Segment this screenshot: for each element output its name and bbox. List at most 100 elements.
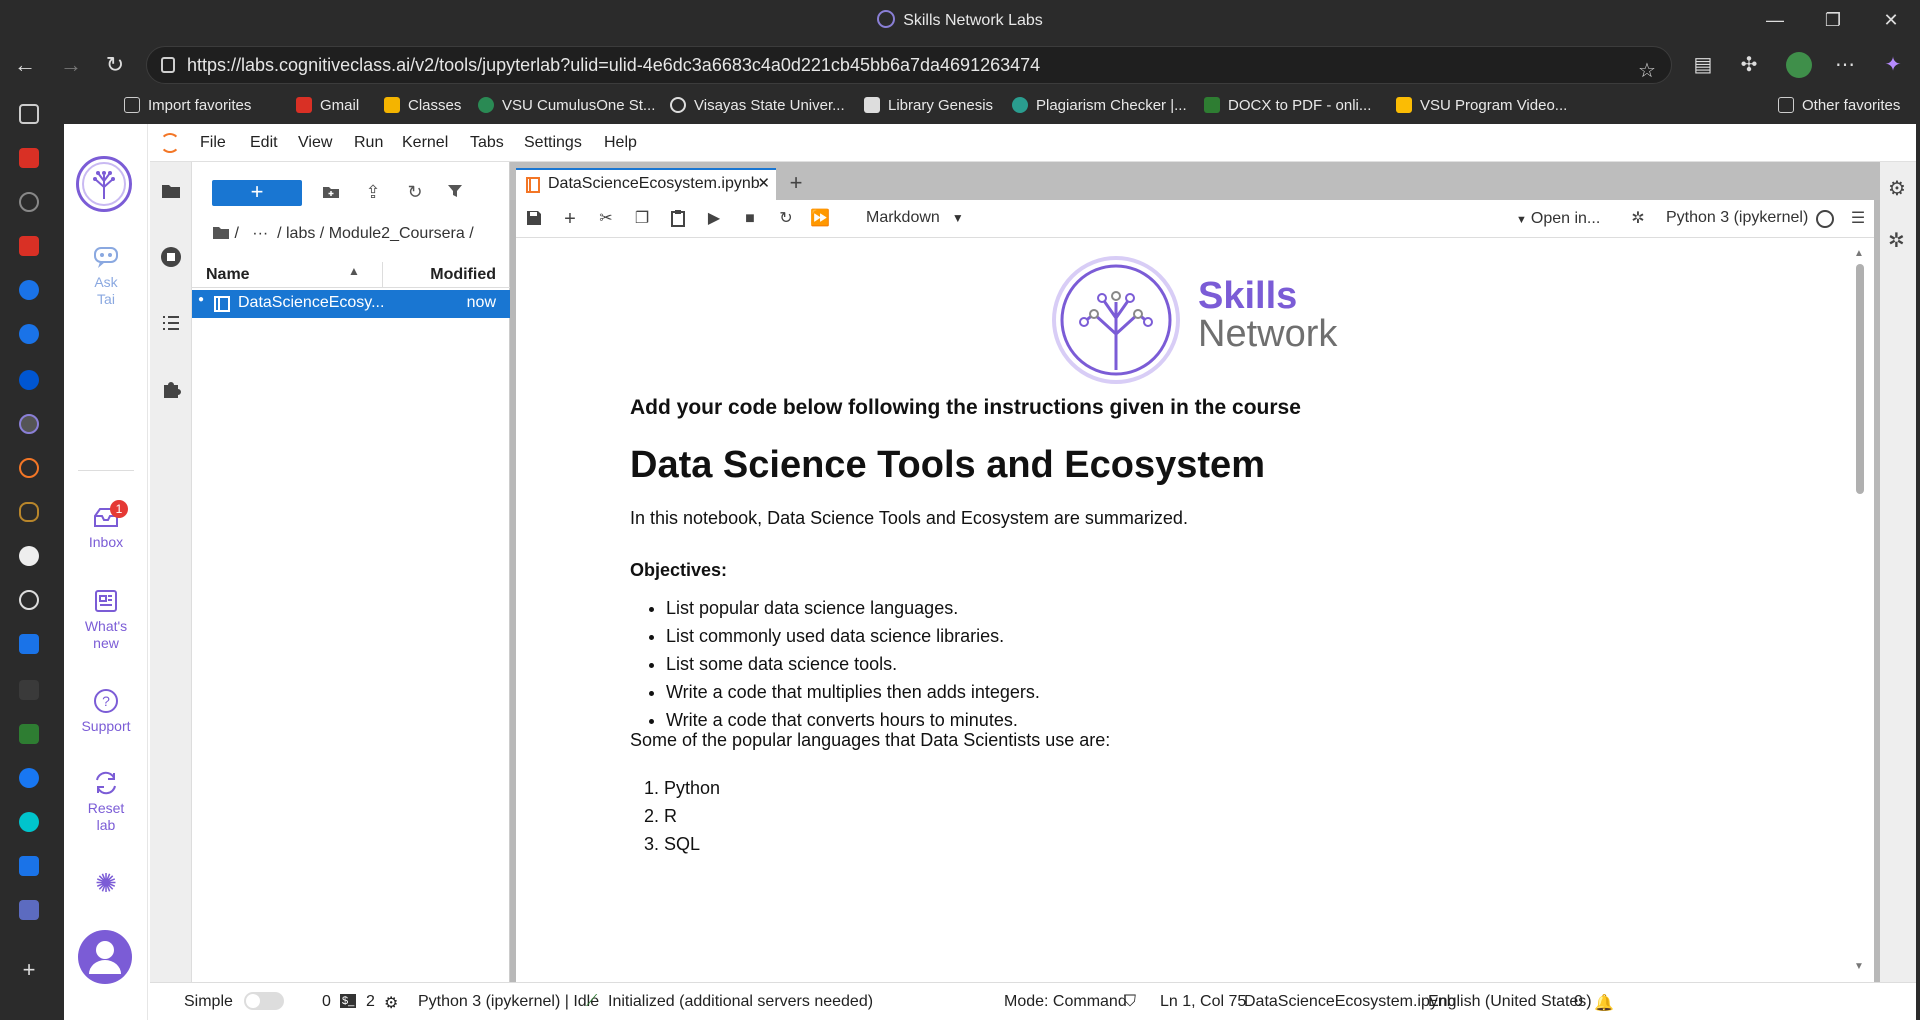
notebook-tab[interactable]: DataScienceEcosystem.ipynb ✕: [516, 168, 776, 200]
table-of-contents-icon[interactable]: [160, 312, 182, 334]
canva-tab-icon[interactable]: [19, 812, 39, 832]
close-window-button[interactable]: ✕: [1876, 6, 1906, 34]
facebook-tab-icon[interactable]: [19, 768, 39, 788]
menu-kernel[interactable]: Kernel: [402, 134, 448, 152]
print-tab-icon-2[interactable]: [19, 900, 39, 920]
run-all-icon[interactable]: ⏩: [810, 209, 830, 229]
menu-edit[interactable]: Edit: [250, 134, 278, 152]
menu-icon[interactable]: ☰: [1848, 209, 1868, 229]
globe-tab-icon[interactable]: [19, 192, 39, 212]
favorite-gmail[interactable]: Gmail: [296, 97, 359, 114]
filter-icon[interactable]: [444, 182, 466, 204]
more-options-icon[interactable]: ⋯: [1832, 52, 1858, 78]
breadcrumb[interactable]: / ··· / labs / Module2_Coursera /: [212, 224, 474, 243]
menu-file[interactable]: File: [200, 134, 226, 152]
menu-view[interactable]: View: [298, 134, 332, 152]
upload-icon[interactable]: ⇪: [362, 182, 384, 204]
restart-kernel-icon[interactable]: ↻: [776, 209, 796, 229]
extensions-puzzle-icon[interactable]: [160, 378, 182, 400]
sheet-tab-icon[interactable]: [19, 724, 39, 744]
new-launcher-button[interactable]: +: [212, 180, 302, 206]
add-tab-button[interactable]: +: [782, 170, 810, 198]
folder-icon[interactable]: [160, 180, 182, 202]
cursor-position[interactable]: Ln 1, Col 75: [1160, 993, 1246, 1011]
favorite-plagiarism[interactable]: Plagiarism Checker |...: [1012, 97, 1187, 114]
open-in-dropdown[interactable]: ▼ Open in...: [1516, 210, 1600, 228]
scroll-up-icon[interactable]: ▲: [1854, 248, 1864, 259]
tab-actions-icon[interactable]: [19, 104, 39, 124]
extensions-icon[interactable]: ✣: [1736, 52, 1762, 78]
vertical-scrollbar[interactable]: ▲ ▼: [1854, 248, 1866, 972]
jupyter-tab-icon[interactable]: [19, 458, 39, 478]
back-button[interactable]: ←: [10, 50, 40, 80]
print-tab-icon[interactable]: [19, 856, 39, 876]
forward-button[interactable]: →: [56, 50, 86, 80]
scroll-down-icon[interactable]: ▼: [1854, 961, 1864, 972]
file-row[interactable]: ● DataScienceEcosy... now: [192, 290, 510, 318]
menu-run[interactable]: Run: [354, 134, 383, 152]
favorite-docx-pdf[interactable]: DOCX to PDF - onli...: [1204, 97, 1371, 114]
infinity-tab-icon[interactable]: [19, 502, 39, 522]
support-button[interactable]: ? Support: [64, 688, 148, 735]
profile-avatar[interactable]: [1786, 52, 1812, 78]
debugger-panel-icon[interactable]: ✲: [1888, 228, 1905, 253]
coursera-tab-icon[interactable]: [19, 280, 39, 300]
scrollbar-thumb[interactable]: [1856, 264, 1864, 494]
copilot-icon[interactable]: ✦: [1880, 52, 1906, 78]
kernel-status-text[interactable]: Python 3 (ipykernel) | Idle: [418, 993, 599, 1011]
other-favorites[interactable]: Other favorites: [1778, 97, 1900, 114]
favorite-library-genesis[interactable]: Library Genesis: [864, 97, 993, 114]
run-cell-icon[interactable]: ▶: [704, 209, 724, 229]
coursera-tab-icon-3[interactable]: [19, 370, 39, 390]
menu-help[interactable]: Help: [604, 134, 637, 152]
debugger-icon[interactable]: ✲: [1628, 209, 1648, 229]
paste-icon[interactable]: [668, 209, 688, 229]
cut-icon[interactable]: ✂: [596, 209, 616, 229]
github-tab-icon[interactable]: [19, 546, 39, 566]
minimize-button[interactable]: —: [1760, 6, 1790, 34]
language-selector[interactable]: English (United States): [1428, 993, 1592, 1011]
user-avatar[interactable]: [78, 930, 132, 984]
lsp-status-text[interactable]: Initialized (additional servers needed): [608, 993, 873, 1011]
column-modified[interactable]: Modified: [430, 266, 496, 284]
menu-settings[interactable]: Settings: [524, 134, 582, 152]
inbox-button[interactable]: Inbox 1: [64, 500, 148, 551]
ask-tai-button[interactable]: Ask Tai: [64, 244, 148, 308]
chatgpt-tab-icon[interactable]: [19, 590, 39, 610]
insert-cell-icon[interactable]: +: [560, 209, 580, 229]
kernel-gear-icon[interactable]: ⚙: [384, 993, 398, 1013]
reading-view-icon[interactable]: ▤: [1690, 52, 1716, 78]
lsp-icon[interactable]: ⟋: [586, 993, 597, 1011]
close-tab-icon[interactable]: ✕: [757, 170, 770, 198]
stop-icon[interactable]: ■: [740, 209, 760, 229]
terminal-icon[interactable]: $_: [340, 994, 357, 1008]
copy-icon[interactable]: ❐: [632, 209, 652, 229]
skills-network-tab-icon[interactable]: [19, 414, 39, 434]
property-inspector-icon[interactable]: ⚙: [1888, 176, 1906, 201]
save-icon[interactable]: [524, 209, 544, 229]
favorite-vsu-video[interactable]: VSU Program Video...: [1396, 97, 1567, 114]
new-tab-icon[interactable]: +: [19, 959, 39, 981]
reset-lab-button[interactable]: Reset lab: [64, 770, 148, 834]
simple-mode-toggle[interactable]: [244, 992, 284, 1011]
favorite-import[interactable]: Import favorites: [124, 97, 251, 114]
trusted-shield-icon[interactable]: ⛉: [1124, 993, 1136, 1011]
whats-new-button[interactable]: What's new: [64, 588, 148, 652]
new-folder-icon[interactable]: [320, 182, 342, 204]
favorite-star-icon[interactable]: ☆: [1634, 58, 1660, 84]
search-tab-icon[interactable]: [19, 680, 39, 700]
running-kernels-icon[interactable]: [160, 246, 182, 268]
column-name[interactable]: Name: [206, 266, 250, 284]
coursera-tab-icon-2[interactable]: [19, 324, 39, 344]
refresh-button[interactable]: ↻: [100, 50, 130, 80]
gmail-tab-icon[interactable]: [19, 148, 39, 168]
app-tab-icon[interactable]: [19, 634, 39, 654]
kernel-name[interactable]: Python 3 (ipykernel): [1666, 209, 1808, 227]
menu-tabs[interactable]: Tabs: [470, 134, 504, 152]
restore-button[interactable]: ❐: [1818, 6, 1848, 34]
favorite-classes[interactable]: Classes: [384, 97, 461, 114]
address-bar[interactable]: https://labs.cognitiveclass.ai/v2/tools/…: [146, 46, 1672, 84]
cell-type-select[interactable]: Markdown ▼: [866, 209, 964, 227]
favorite-vsu-cumulus[interactable]: VSU CumulusOne St...: [478, 97, 655, 114]
favorite-visayas[interactable]: Visayas State Univer...: [670, 97, 845, 114]
